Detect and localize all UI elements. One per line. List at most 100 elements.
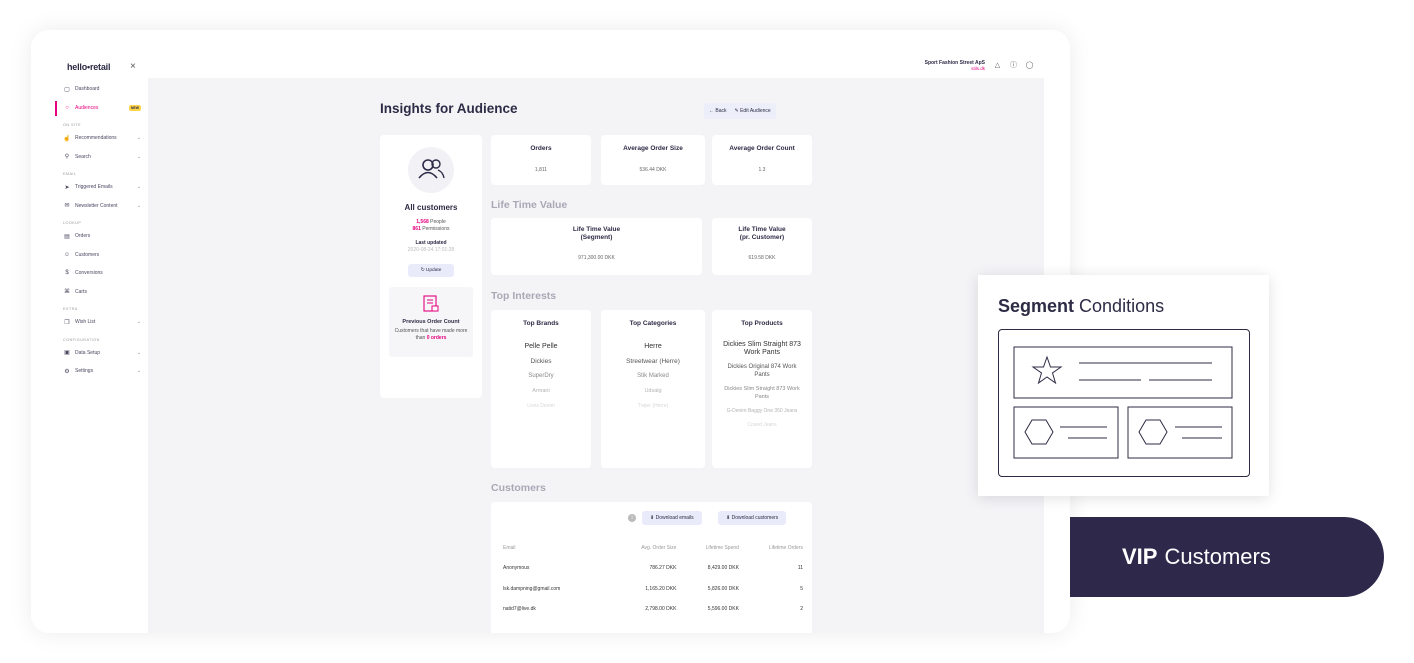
sidebar-item-carts[interactable]: ⌘ Carts: [55, 283, 145, 302]
cell-avg-order: 1,165.20 DKK: [645, 585, 677, 592]
column-header[interactable]: Lifetime Spend: [676, 538, 739, 558]
sidebar-item-customers[interactable]: ☺ Customers: [55, 246, 145, 265]
sidebar-item-label: Wish List: [75, 319, 96, 326]
send-icon: ➤: [64, 184, 70, 191]
list-item: Cosed Jeans: [747, 422, 777, 428]
page-actions: ← Back ✎ Edit Audience: [704, 103, 776, 119]
top-brands-card: Top Brands Pelle Pelle Dickies SuperDry …: [491, 310, 591, 468]
sidebar-item-recommendations[interactable]: ☝ Recommendations ⌄: [55, 129, 145, 148]
cell-lifetime-spend: 8,429.00 DKK: [707, 565, 739, 572]
table-header-row: Email Avg. Order Size Lifetime Spend Lif…: [503, 538, 803, 558]
cell-email: Anonymous: [503, 565, 530, 572]
list-item: Dickies Slim Straight 873 Work Pants: [723, 341, 801, 356]
table-row[interactable]: Anonymous 786.27 DKK 8,429.00 DKK 11: [503, 558, 803, 579]
sidebar-item-label: Data Setup: [75, 349, 101, 356]
chevron-down-icon: ⌄: [136, 349, 141, 356]
column-header[interactable]: Lifetime Orders: [739, 538, 803, 558]
previous-order-title: Previous Order Count: [402, 319, 460, 325]
users-icon: ☺: [63, 251, 71, 258]
sidebar-item-label: Conversions: [75, 270, 103, 277]
mail-icon: ✉: [64, 203, 70, 210]
download-emails-button[interactable]: ⬇ Download emails: [642, 511, 702, 525]
close-icon[interactable]: ×: [130, 61, 136, 72]
top-categories-card: Top Categories Herre Streetwear (Herre) …: [601, 310, 705, 468]
chevron-down-icon: ⌄: [136, 368, 141, 375]
stat-value: 536.44 DKK: [639, 167, 667, 173]
column-header[interactable]: Avg. Order Size: [610, 538, 676, 558]
nav-section-label: EXTRA: [63, 307, 78, 311]
sidebar-item-search[interactable]: ⚲ Search ⌄: [55, 148, 145, 167]
back-button[interactable]: ← Back: [709, 108, 727, 114]
chevron-down-icon: ⌄: [136, 184, 141, 191]
help-icon[interactable]: ⓘ: [1009, 61, 1018, 70]
list-item: Udsalg: [644, 388, 662, 394]
chevron-down-icon: ⌄: [136, 202, 141, 209]
sidebar-item-label: Recommendations: [75, 135, 117, 142]
sidebar-item-wish-list[interactable]: ❐ Wish List ⌄: [55, 313, 145, 332]
top-products-title: Top Products: [741, 320, 783, 327]
company-info[interactable]: Sport Fashion Street ApS stils.dk: [925, 60, 985, 72]
orders-icon: ▤: [64, 233, 70, 240]
list-item: Pelle Pelle: [524, 343, 558, 350]
sidebar-item-newsletter-content[interactable]: ✉ Newsletter Content ⌄: [55, 197, 145, 216]
sidebar-item-data-setup[interactable]: ▣ Data Setup ⌄: [55, 344, 145, 363]
sidebar-item-label: Triggered Emails: [75, 184, 113, 191]
update-button[interactable]: ↻ Update: [408, 264, 454, 277]
database-icon: ▣: [64, 350, 70, 357]
top-categories-title: Top Categories: [629, 320, 677, 327]
star-icon: [1031, 355, 1063, 385]
sidebar-item-conversions[interactable]: $ Conversions: [55, 264, 145, 283]
dollar-icon: $: [65, 270, 69, 277]
previous-order-count-box: Previous Order Count Customers that have…: [389, 287, 473, 357]
table-row[interactable]: lsk.dampning@gmail.com 1,165.20 DKK 5,82…: [503, 579, 803, 600]
sidebar-item-dashboard[interactable]: ▢ Dashboard: [55, 80, 145, 99]
download-customers-button[interactable]: ⬇ Download customers: [718, 511, 787, 525]
list-item: Dickies: [530, 358, 552, 365]
monitor-icon: ▢: [64, 86, 70, 93]
top-categories-list: Herre Streetwear (Herre) Stik Marked Uds…: [601, 342, 705, 411]
sidebar-item-label: Dashboard: [75, 86, 100, 93]
cell-lifetime-orders: 11: [797, 565, 803, 572]
sidebar-item-label: Orders: [75, 233, 91, 240]
sidebar-item-audiences[interactable]: ○ Audiences NEW: [55, 99, 145, 118]
customers-heading: Customers: [491, 482, 546, 494]
gear-icon: ⚙: [64, 368, 70, 375]
chevron-down-icon: ⌄: [136, 153, 141, 160]
people-count: 1,568 People: [416, 219, 446, 225]
nav-section-label: CONFIGURATION: [63, 337, 100, 342]
sidebar-item-label: Carts: [75, 288, 87, 295]
ltv-customer-title: Life Time Value (pr. Customer): [738, 226, 786, 241]
bell-icon[interactable]: △: [993, 61, 1002, 70]
main-content: Insights for Audience ← Back ✎ Edit Audi…: [148, 78, 1044, 633]
sidebar-item-orders[interactable]: ▤ Orders: [55, 227, 145, 246]
cell-avg-order: 786.27 DKK: [649, 565, 677, 572]
customers-table: Email Avg. Order Size Lifetime Spend Lif…: [503, 538, 803, 620]
table-row[interactable]: natid7@live.dk 2,798.00 DKK 5,596.00 DKK…: [503, 599, 803, 620]
ltv-segment-value: 971,300.00 DKK: [578, 255, 615, 261]
stat-title: Orders: [530, 145, 552, 152]
segment-conditions-card: Segment Conditions: [978, 275, 1269, 496]
stat-card-avg-order-count: Average Order Count 1.3: [712, 135, 812, 185]
thumbs-up-icon: ☝: [63, 135, 71, 142]
logo: hello•retail: [67, 62, 111, 72]
top-products-list: Dickies Slim Straight 873 Work Pants Dic…: [712, 341, 812, 429]
list-item: Stik Marked: [637, 373, 669, 379]
list-item: SuperDry: [528, 373, 554, 379]
cell-email: natid7@live.dk: [503, 606, 536, 613]
receipt-icon: [422, 295, 440, 318]
segment-conditions-illustration: [998, 329, 1250, 477]
hexagon-icon: [1024, 419, 1054, 445]
sidebar-item-label: Search: [75, 153, 91, 160]
user-icon[interactable]: ◯: [1025, 61, 1034, 70]
permissions-count: 861 Permissions: [412, 226, 450, 232]
sidebar-item-settings[interactable]: ⚙ Settings ⌄: [55, 362, 145, 381]
stat-value: 1,811: [534, 167, 548, 173]
info-icon[interactable]: i: [628, 514, 636, 522]
cell-lifetime-spend: 5,596.00 DKK: [707, 606, 739, 613]
column-header[interactable]: Email: [503, 538, 610, 558]
sidebar-item-triggered-emails[interactable]: ➤ Triggered Emails ⌄: [55, 178, 145, 197]
search-icon: ⚲: [64, 154, 70, 161]
sidebar-item-label: Settings: [75, 368, 94, 375]
list-item: Dickies Original 874 Work Pants: [727, 364, 797, 378]
edit-audience-button[interactable]: ✎ Edit Audience: [735, 108, 771, 114]
